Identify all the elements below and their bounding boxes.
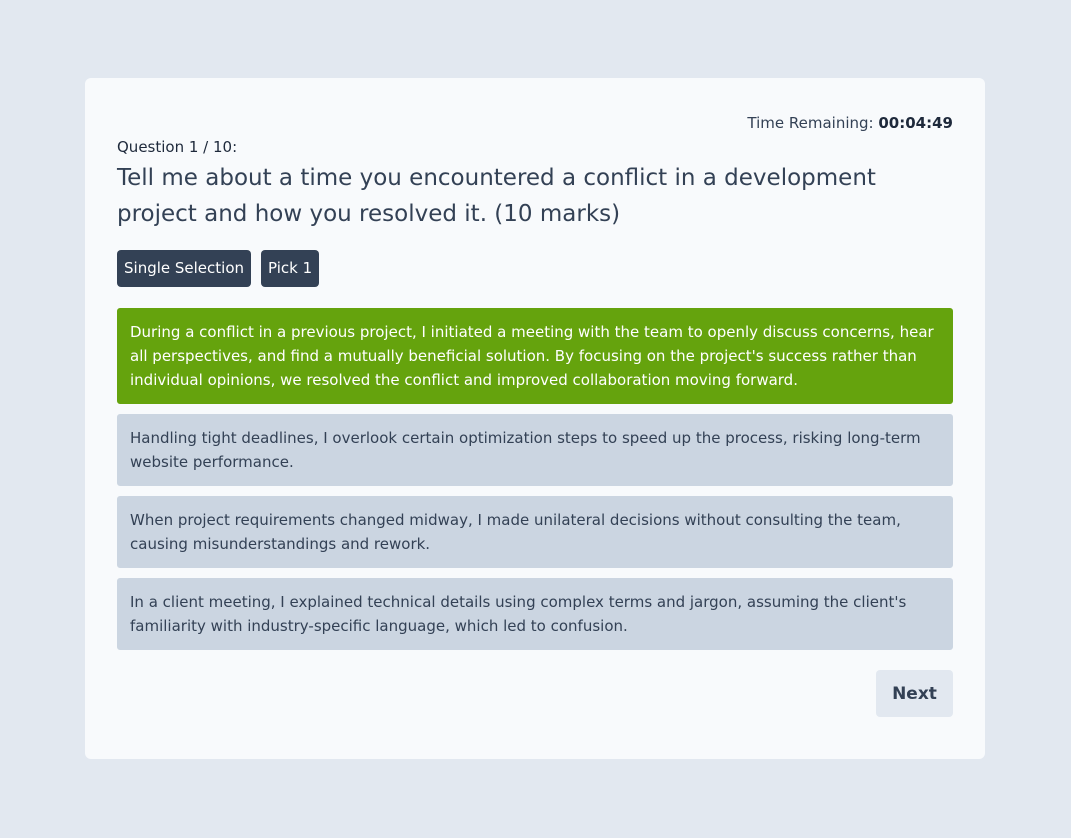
time-remaining-label: Time Remaining:	[747, 114, 874, 132]
answer-option-1[interactable]: During a conflict in a previous project,…	[117, 308, 953, 404]
answer-option-2[interactable]: Handling tight deadlines, I overlook cer…	[117, 414, 953, 486]
time-remaining-value: 00:04:49	[878, 114, 953, 132]
question-text: Tell me about a time you encountered a c…	[117, 165, 876, 227]
answer-options: During a conflict in a previous project,…	[117, 308, 953, 660]
tag-pick-count: Pick 1	[261, 250, 320, 287]
time-remaining: Time Remaining: 00:04:49	[747, 114, 953, 132]
question-counter: Question 1 / 10:	[117, 138, 238, 156]
answer-option-4[interactable]: In a client meeting, I explained technic…	[117, 578, 953, 650]
answer-option-3[interactable]: When project requirements changed midway…	[117, 496, 953, 568]
next-button[interactable]: Next	[876, 670, 953, 717]
quiz-card: Time Remaining: 00:04:49 Question 1 / 10…	[85, 78, 985, 759]
tag-selection-type: Single Selection	[117, 250, 252, 287]
question-tags: Single Selection Pick 1	[117, 250, 320, 287]
